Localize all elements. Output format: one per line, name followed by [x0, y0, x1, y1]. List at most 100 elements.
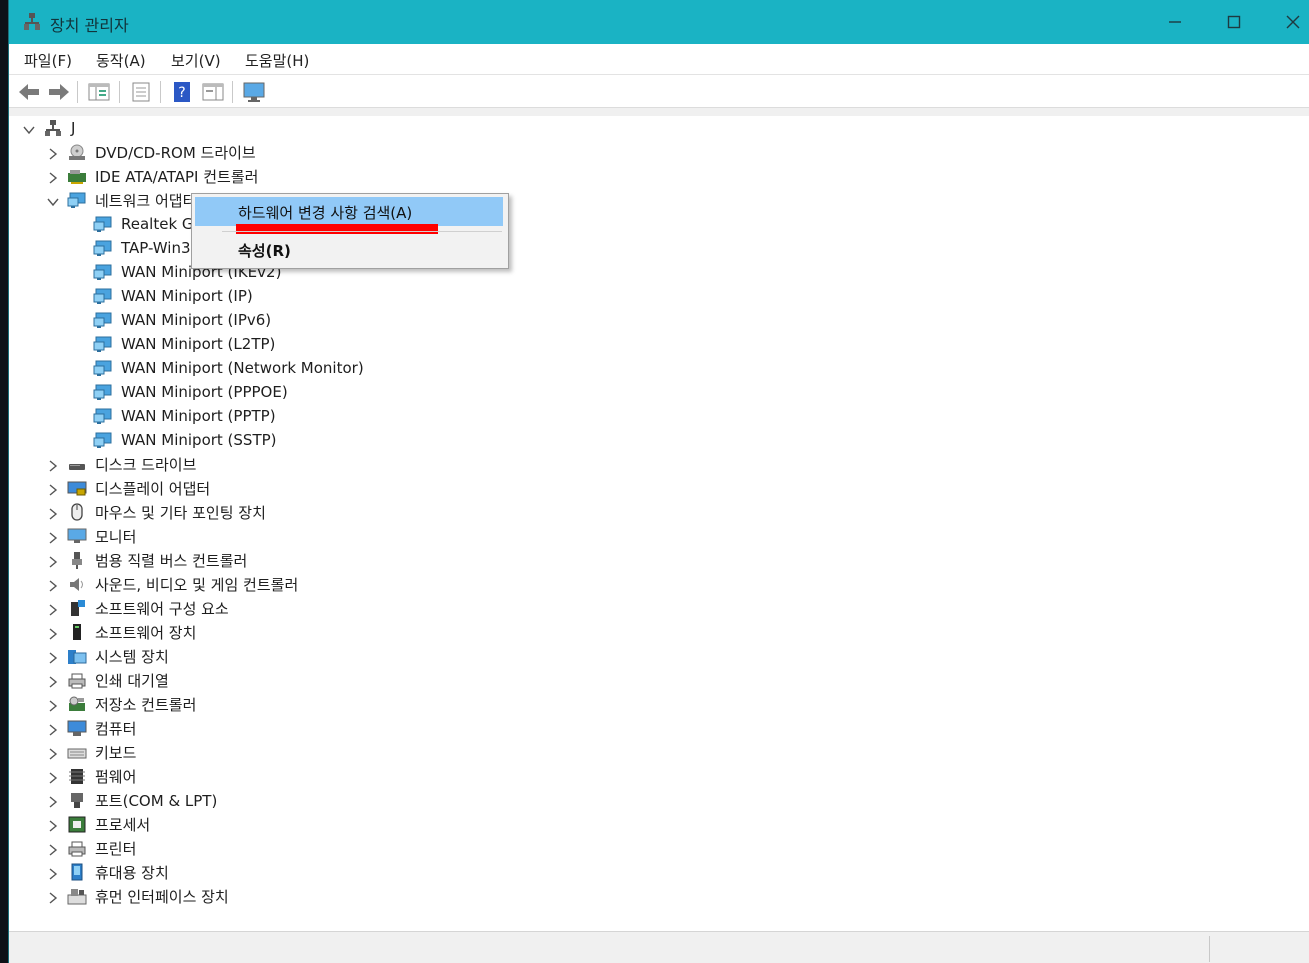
expand-chevron-right-icon[interactable] [47, 580, 59, 592]
expand-chevron-right-icon[interactable] [47, 172, 59, 184]
menu-file[interactable]: 파일(F) [24, 50, 72, 71]
tree-item-category[interactable]: 네트워크 어댑터 [47, 188, 196, 212]
tree-item-category[interactable]: 마우스 및 기타 포인팅 장치 [49, 500, 266, 524]
tree-item-category[interactable]: 시스템 장치 [49, 644, 169, 668]
close-button[interactable] [1264, 0, 1309, 44]
tree-item-network-adapter[interactable]: WAN Miniport (Network Monitor) [93, 356, 364, 380]
tree-item-network-adapter[interactable]: WAN Miniport (SSTP) [93, 428, 277, 452]
tree-item-category[interactable]: IDE ATA/ATAPI 컨트롤러 [49, 164, 258, 188]
tree-item-network-adapter[interactable]: TAP-Win3 [93, 236, 191, 260]
title-bar[interactable]: 장치 관리자 [9, 0, 1309, 44]
expand-chevron-right-icon[interactable] [47, 652, 59, 664]
expand-chevron-right-icon[interactable] [47, 148, 59, 160]
expand-chevron-right-icon[interactable] [47, 460, 59, 472]
tree-expander[interactable] [47, 890, 59, 904]
tree-item-category[interactable]: 사운드, 비디오 및 게임 컨트롤러 [49, 572, 298, 596]
tree-expander[interactable] [47, 626, 59, 640]
expand-chevron-down-icon[interactable] [47, 196, 59, 208]
maximize-button[interactable] [1205, 0, 1263, 44]
show-hide-tree-icon[interactable] [87, 81, 111, 103]
tree-expander[interactable] [47, 194, 59, 208]
back-icon[interactable] [17, 81, 41, 103]
minimize-button[interactable] [1146, 0, 1204, 44]
expand-chevron-right-icon[interactable] [47, 724, 59, 736]
tree-expander[interactable] [47, 146, 59, 160]
tree-expander[interactable] [47, 506, 59, 520]
expand-chevron-right-icon[interactable] [47, 892, 59, 904]
tree-item-category[interactable]: 범용 직렬 버스 컨트롤러 [49, 548, 247, 572]
expand-chevron-right-icon[interactable] [47, 676, 59, 688]
port-icon [71, 793, 83, 808]
tree-expander[interactable] [47, 794, 59, 808]
help-icon[interactable]: ? [170, 81, 194, 103]
tree-item-category[interactable]: 저장소 컨트롤러 [49, 692, 196, 716]
tree-expander[interactable] [47, 866, 59, 880]
tree-expander[interactable] [47, 170, 59, 184]
tree-expander[interactable] [47, 818, 59, 832]
expand-chevron-right-icon[interactable] [47, 532, 59, 544]
expand-chevron-right-icon[interactable] [47, 748, 59, 760]
tree-item-category[interactable]: 소프트웨어 구성 요소 [49, 596, 229, 620]
expand-chevron-right-icon[interactable] [47, 628, 59, 640]
tree-expander[interactable] [47, 674, 59, 688]
tree-expander[interactable] [47, 770, 59, 784]
action-pane-icon[interactable] [201, 81, 225, 103]
expand-chevron-down-icon[interactable] [23, 124, 35, 136]
tree-item-category[interactable]: 인쇄 대기열 [49, 668, 169, 692]
tree-item-network-adapter[interactable]: WAN Miniport (PPPOE) [93, 380, 288, 404]
tree-item-category[interactable]: 펌웨어 [49, 764, 136, 788]
tree-item-category[interactable]: 포트(COM & LPT) [49, 788, 217, 812]
tree-item-label: 모니터 [95, 527, 137, 546]
tree-item-category[interactable]: 소프트웨어 장치 [49, 620, 196, 644]
expand-chevron-right-icon[interactable] [47, 820, 59, 832]
tree-expander[interactable] [47, 458, 59, 472]
tree-expander[interactable] [47, 602, 59, 616]
expand-chevron-right-icon[interactable] [47, 556, 59, 568]
expand-chevron-right-icon[interactable] [47, 604, 59, 616]
monitor-icon [67, 528, 87, 543]
tree-item-category[interactable]: 휴먼 인터페이스 장치 [49, 884, 229, 908]
tree-expander[interactable] [47, 530, 59, 544]
tree-item-category[interactable]: 디스크 드라이브 [49, 452, 196, 476]
context-menu-scan-hardware[interactable]: 하드웨어 변경 사항 검색(A) [195, 197, 503, 226]
tree-root[interactable]: J [23, 116, 75, 140]
tree-item-network-adapter[interactable]: WAN Miniport (IPv6) [93, 308, 271, 332]
expand-chevron-right-icon[interactable] [47, 484, 59, 496]
tree-item-category[interactable]: 키보드 [49, 740, 136, 764]
tree-item-category[interactable]: 프린터 [49, 836, 136, 860]
menu-action[interactable]: 동작(A) [96, 50, 146, 71]
monitor-icon[interactable] [242, 81, 266, 103]
tree-expander[interactable] [47, 554, 59, 568]
tree-expander[interactable] [47, 746, 59, 760]
expand-chevron-right-icon[interactable] [47, 508, 59, 520]
tree-expander[interactable] [23, 122, 35, 136]
tree-expander[interactable] [47, 650, 59, 664]
tree-expander[interactable] [47, 722, 59, 736]
expand-chevron-right-icon[interactable] [47, 772, 59, 784]
tree-item-network-adapter[interactable]: WAN Miniport (IP) [93, 284, 253, 308]
tree-item-network-adapter[interactable]: WAN Miniport (PPTP) [93, 404, 276, 428]
context-menu-properties[interactable]: 속성(R) [195, 235, 503, 264]
tree-item-category[interactable]: DVD/CD-ROM 드라이브 [49, 140, 256, 164]
expand-chevron-right-icon[interactable] [47, 700, 59, 712]
tree-expander[interactable] [47, 578, 59, 592]
expand-chevron-right-icon[interactable] [47, 844, 59, 856]
tree-expander[interactable] [47, 842, 59, 856]
tree-item-category[interactable]: 프로세서 [49, 812, 150, 836]
tree-item-category[interactable]: 디스플레이 어댑터 [49, 476, 210, 500]
maximize-icon [1227, 15, 1241, 29]
menu-help[interactable]: 도움말(H) [245, 50, 309, 71]
expand-chevron-right-icon[interactable] [47, 868, 59, 880]
tree-item-category[interactable]: 휴대용 장치 [49, 860, 169, 884]
menu-view[interactable]: 보기(V) [171, 50, 221, 71]
tree-expander[interactable] [47, 482, 59, 496]
forward-icon[interactable] [47, 81, 71, 103]
tree-item-network-adapter[interactable]: WAN Miniport (L2TP) [93, 332, 275, 356]
tree-item-category[interactable]: 컴퓨터 [49, 716, 136, 740]
tree-item-network-adapter[interactable]: Realtek G [93, 212, 194, 236]
properties-icon[interactable] [129, 81, 153, 103]
device-manager-icon [24, 13, 40, 30]
tree-expander[interactable] [47, 698, 59, 712]
expand-chevron-right-icon[interactable] [47, 796, 59, 808]
tree-item-category[interactable]: 모니터 [49, 524, 137, 548]
